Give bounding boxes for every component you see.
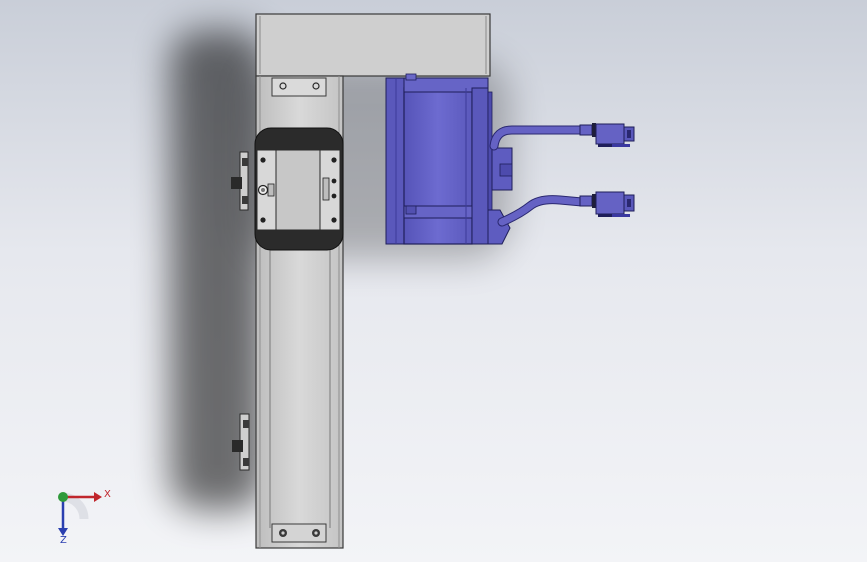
rail-top-end-cap[interactable] — [271, 77, 327, 97]
y-axis-dot — [58, 492, 68, 502]
rail-bottom-end-cap[interactable] — [271, 523, 327, 543]
z-axis-label: Z — [60, 535, 67, 546]
x-axis-arrowhead — [94, 492, 102, 502]
top-bracket[interactable] — [255, 13, 491, 77]
x-axis-label: X — [104, 489, 111, 500]
3d-model-scene[interactable]: X Y Z — [0, 0, 867, 562]
motor-encoder-cable[interactable] — [497, 194, 596, 227]
slide-carriage[interactable] — [254, 127, 344, 251]
power-connector-plug[interactable] — [595, 123, 635, 147]
encoder-connector-plug[interactable] — [595, 191, 635, 217]
orientation-triad[interactable]: X Y Z — [58, 489, 111, 546]
graphics-viewport[interactable]: X Y Z — [0, 0, 867, 562]
